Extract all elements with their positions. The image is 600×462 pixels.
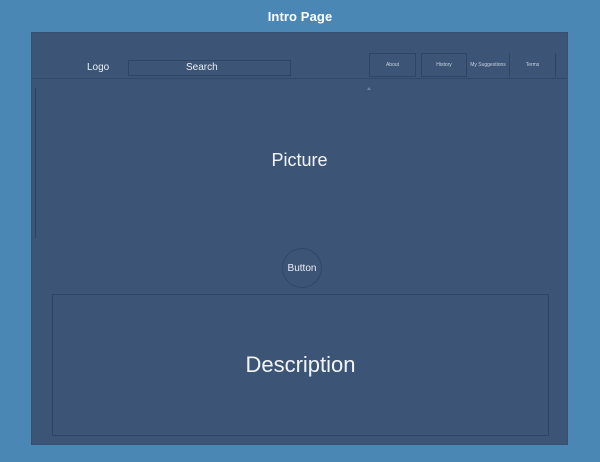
intro-button[interactable]: Button (282, 248, 322, 288)
header-divider (32, 78, 567, 79)
picture-placeholder: Picture (271, 150, 328, 170)
nav-item-terms[interactable]: Terms (510, 53, 555, 77)
description-placeholder: Description (52, 294, 549, 436)
wireframe-page: Logo Search About History My Suggestions… (31, 32, 568, 445)
dropdown-caret-icon (367, 87, 371, 90)
search-label: Search (186, 62, 218, 73)
nav-item-history[interactable]: History (421, 53, 467, 77)
nav-item-about[interactable]: About (369, 53, 416, 77)
nav-item-suggestions[interactable]: My Suggestions (467, 53, 509, 77)
logo-placeholder[interactable]: Logo (87, 62, 109, 73)
nav-divider (555, 53, 556, 77)
page-title: Intro Page (267, 9, 333, 24)
